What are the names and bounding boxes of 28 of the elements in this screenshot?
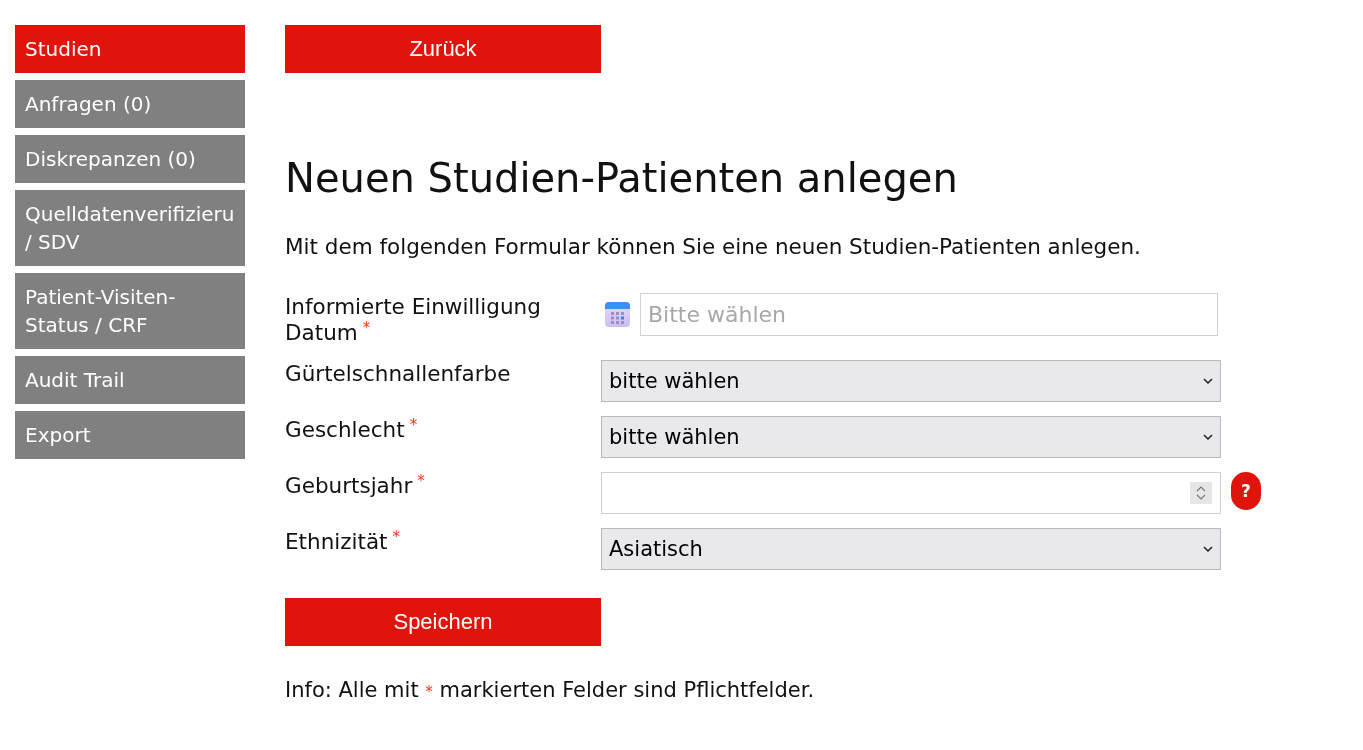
sidebar-item[interactable]: Diskrepanzen (0) <box>15 135 245 183</box>
spinner-icon[interactable] <box>1190 482 1212 504</box>
chevron-down-icon <box>1203 434 1213 440</box>
field-label: Informierte Einwilligung Datum $^{*}$ <box>285 293 542 346</box>
intro-text: Mit dem folgenden Formular können Sie eine neuen Studien-Patienten anlegen. <box>285 234 1142 260</box>
chevron-down-icon <box>1203 546 1213 552</box>
field-label: Ethnizität $^{*}$ <box>285 528 402 555</box>
number-field[interactable] <box>601 472 1221 514</box>
sidebar-item[interactable]: Anfragen (0) <box>15 80 245 128</box>
sidebar-item[interactable]: Export <box>15 411 245 459</box>
calendar-icon[interactable] <box>605 302 630 327</box>
sidebar-item[interactable]: Studien <box>15 25 245 73</box>
save-button[interactable]: Speichern <box>285 598 601 646</box>
date-field[interactable]: Bitte wählen <box>640 293 1218 336</box>
back-button[interactable]: Zurück <box>285 25 601 73</box>
info-text: Info: Alle mit * markierten Felder sind Pflichtfelder. <box>285 677 816 704</box>
field-label: Geschlecht $^{*}$ <box>285 416 419 443</box>
dropdown[interactable]: Asiatisch <box>601 528 1221 570</box>
chevron-down-icon <box>1203 378 1213 384</box>
sidebar-item[interactable]: Patient-Visiten-Status / CRF <box>15 273 245 349</box>
field-label: Gürtelschnallenfarbe <box>285 360 512 387</box>
dropdown[interactable]: bitte wählen <box>601 360 1221 402</box>
field-label: Geburtsjahr $^{*}$ <box>285 472 426 499</box>
sidebar-item[interactable]: Quelldatenverifizieru / SDV <box>15 190 245 266</box>
page-title: Neuen Studien-Patienten anlegen <box>285 155 959 201</box>
dropdown[interactable]: bitte wählen <box>601 416 1221 458</box>
sidebar-item[interactable]: Audit Trail <box>15 356 245 404</box>
help-button[interactable]: ? <box>1231 472 1261 510</box>
